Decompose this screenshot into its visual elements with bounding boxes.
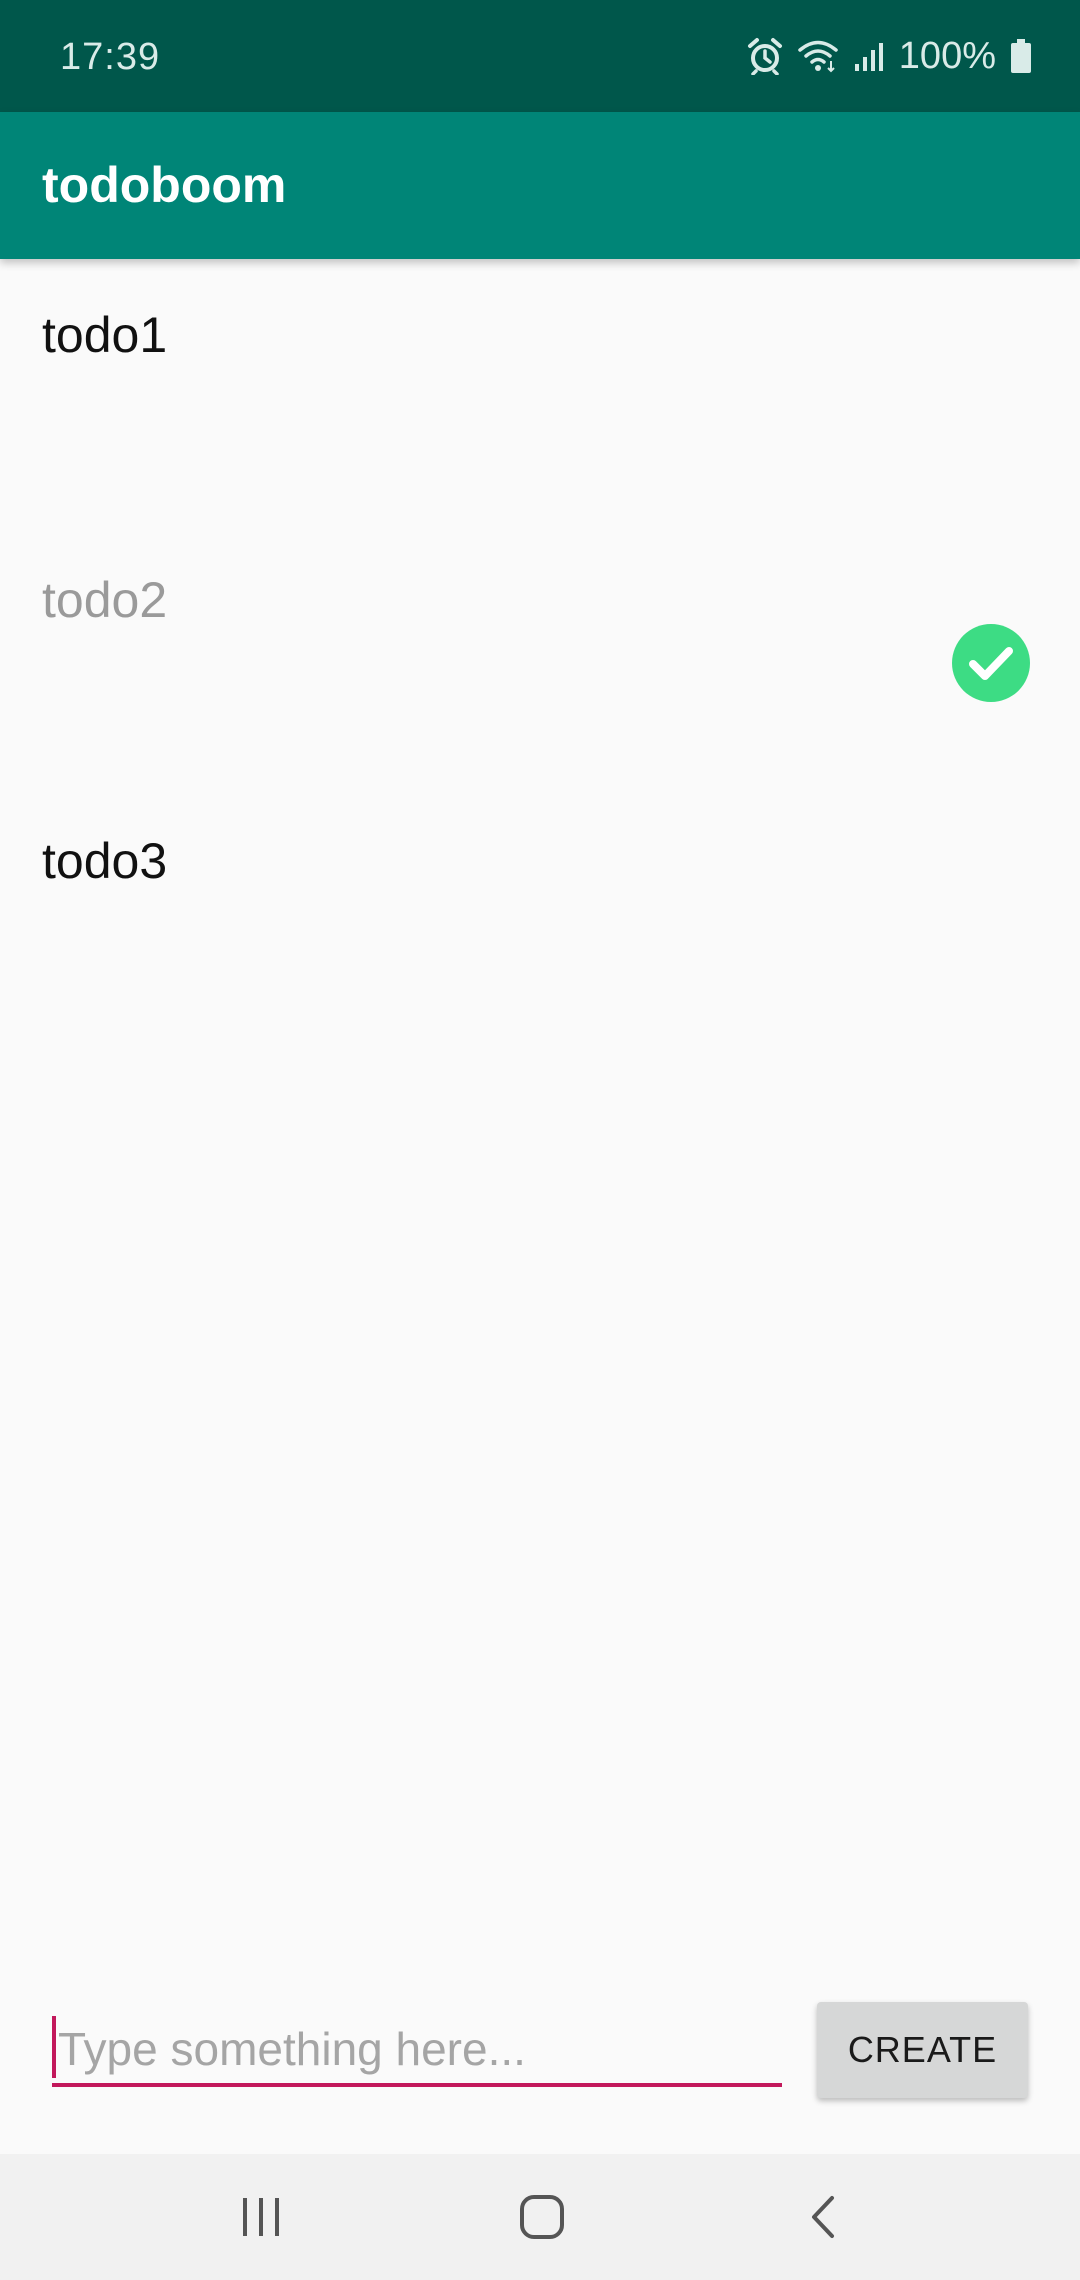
- battery-icon: [1010, 39, 1032, 73]
- app-title: todoboom: [42, 157, 287, 213]
- home-icon[interactable]: [502, 2184, 582, 2250]
- check-circle-icon: [952, 624, 1030, 702]
- status-bar: 17:39 100%: [0, 0, 1080, 112]
- nav-bar: [0, 2154, 1080, 2280]
- signal-icon: [853, 40, 885, 72]
- todo-item-done[interactable]: todo2: [0, 525, 1080, 788]
- recents-icon[interactable]: [221, 2184, 301, 2250]
- todo-label: todo2: [42, 572, 168, 628]
- status-time: 17:39: [60, 36, 161, 78]
- todo-item[interactable]: todo3: [0, 788, 1080, 1051]
- text-cursor: [52, 2016, 56, 2078]
- back-icon[interactable]: [783, 2184, 863, 2250]
- alarm-icon: [747, 37, 783, 75]
- todo-item[interactable]: todo1: [0, 262, 1080, 525]
- todo-label: todo1: [42, 307, 168, 363]
- app-bar: todoboom: [0, 112, 1080, 259]
- todo-label: todo3: [42, 833, 168, 889]
- composer: CREATE: [0, 1990, 1080, 2150]
- battery-percent: 100%: [898, 34, 996, 77]
- status-icons: 100%: [747, 30, 1032, 82]
- todo-list: todo1 todo2 todo3: [0, 262, 1080, 1051]
- todo-input[interactable]: [52, 2015, 782, 2087]
- wifi-icon: [797, 39, 839, 73]
- create-button[interactable]: CREATE: [817, 2002, 1028, 2098]
